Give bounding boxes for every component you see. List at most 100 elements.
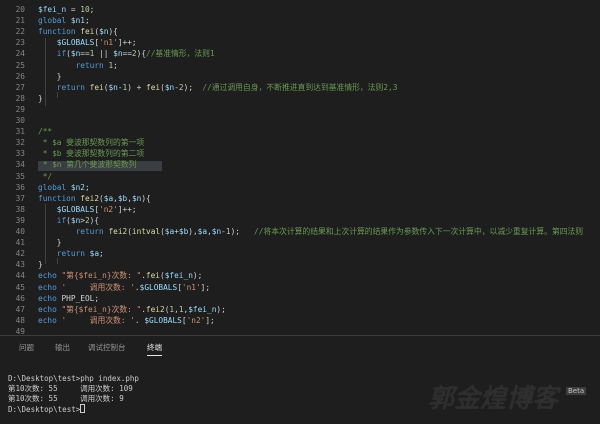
indent-guide [57, 92, 58, 98]
terminal-line: 第10次数: 55 调用次数: 9 [8, 394, 139, 404]
code-token: $fei_n [38, 5, 67, 14]
code-line[interactable]: 23 $GLOBALS['n1']++; [0, 37, 600, 48]
code-line[interactable]: 37 function fei2($a,$b,$n){ [0, 193, 600, 204]
code-token: = [66, 5, 81, 14]
line-number: 44 [15, 271, 25, 281]
code-text: if($n==1 || $n==2){//基准情形，法则1 [38, 48, 215, 59]
code-line[interactable]: 49 [0, 326, 600, 335]
line-number: 23 [15, 38, 25, 48]
code-line[interactable]: 39 if($n>2){ [0, 215, 600, 226]
code-token: //通过调用自身，不断推进直到达到基准情形，法则2,3 [202, 82, 398, 92]
code-line[interactable]: 38 $GLOBALS['n2']++; [0, 204, 600, 215]
code-line[interactable]: 29 [0, 104, 600, 115]
code-token: ; [84, 16, 90, 26]
code-line[interactable]: 25 return 1; [0, 60, 600, 71]
code-token: ){ [89, 215, 100, 225]
code-token: $n [113, 49, 123, 59]
code-line[interactable]: 32 * $a 斐波那契数列的第一项 [0, 137, 600, 148]
panel-tab[interactable]: 终端 [147, 342, 162, 356]
code-token: fei [146, 82, 161, 92]
code-text: return fei($n-1) + fei($n-2); //通过调用自身，不… [38, 82, 398, 93]
code-line[interactable]: 44 echo "第{$fei_n}次数: ".fei($fei_n); [0, 270, 600, 281]
line-number: 43 [15, 260, 25, 270]
code-token: ); [183, 82, 203, 92]
code-line[interactable]: 26 } [0, 71, 600, 82]
code-text: echo ' 调用次数: '.$GLOBALS['n1']; [38, 282, 210, 293]
code-token: ; [84, 182, 90, 192]
code-line[interactable]: 34 * $n 第几个斐波那契数列 [0, 159, 600, 170]
code-line[interactable]: 46 echo PHP_EOL; [0, 293, 600, 304]
panel-tab[interactable]: 问题 [19, 342, 34, 353]
code-line[interactable]: 24 if($n==1 || $n==2){//基准情形，法则1 [0, 48, 600, 59]
code-line[interactable]: 40 return fei2(intval($a+$b),$a,$n-1); /… [0, 226, 600, 237]
code-line[interactable]: 36 global $n2; [0, 182, 600, 193]
code-token: intval [131, 227, 161, 236]
line-number: 35 [15, 171, 25, 181]
code-token: * $n 第几个斐波那契数列 [38, 160, 137, 170]
code-text: return $a; [38, 248, 104, 259]
code-token: ){ [136, 49, 147, 59]
code-line[interactable]: 41 } [0, 237, 600, 248]
terminal-line: D:\Desktop\test> [8, 404, 139, 415]
code-token: $b [117, 193, 128, 203]
code-line[interactable]: 28} [0, 93, 600, 104]
code-text: return 1; [38, 60, 118, 71]
code-line[interactable]: 35 */ [0, 171, 600, 182]
code-token: $a [89, 249, 100, 259]
beta-badge: Beta [566, 387, 587, 395]
code-token: echo [38, 315, 57, 325]
code-token: "第{$fei_n}次数: " [61, 271, 142, 281]
code-line[interactable]: 20 $fei_n = 10; [0, 4, 600, 15]
code-token: $a [164, 227, 175, 236]
code-editor[interactable]: 20 $fei_n = 10; 21 global $n1; 22 function fe… [0, 0, 600, 335]
code-token: $GLOBALS [56, 38, 95, 48]
code-token: function [38, 193, 76, 203]
code-token: 'n2' [99, 204, 118, 214]
code-token: $n [70, 49, 81, 59]
code-token: } [38, 71, 62, 81]
code-token: 10 [80, 5, 90, 14]
code-line[interactable]: 21 global $n1; [0, 15, 600, 26]
code-text: * $n 第几个斐波那契数列 [38, 159, 137, 170]
code-token: == [80, 49, 90, 59]
blog-watermark: 郭金煌博客 [428, 384, 559, 414]
code-line[interactable]: 27 return fei($n-1) + fei($n-2); //通过调用自… [0, 82, 600, 93]
code-token: $n [131, 193, 142, 203]
code-token: $a [103, 193, 114, 203]
code-line[interactable]: 45 echo ' 调用次数: '.$GLOBALS['n1']; [0, 282, 600, 293]
code-token: } [38, 93, 43, 103]
code-text: function fei($n){ [38, 26, 118, 37]
line-number: 38 [15, 204, 25, 214]
code-token: ) + [127, 82, 147, 92]
indent-guide [45, 204, 46, 264]
line-number: 34 [15, 160, 25, 170]
code-line[interactable]: 31 /** [0, 126, 600, 137]
code-token: ]; [205, 315, 215, 325]
code-line[interactable]: 22 function fei($n){ [0, 26, 600, 37]
panel-tab[interactable]: 输出 [55, 342, 70, 353]
code-token: //基准情形，法则1 [146, 49, 215, 59]
line-number: 40 [15, 227, 25, 236]
code-token: */ [38, 171, 53, 181]
terminal-cursor [80, 404, 86, 413]
line-number: 22 [15, 27, 25, 37]
code-line[interactable]: 47 echo "第{$fei_n}次数: ".fei2(1,1,$fei_n); [0, 304, 600, 315]
code-line[interactable]: 33 * $b 斐波那契数列的第二项 [0, 148, 600, 159]
code-text: $fei_n = 10; [38, 4, 94, 15]
line-number: 39 [15, 215, 25, 225]
line-number: 36 [15, 182, 25, 192]
code-token: ]++; [117, 38, 137, 48]
code-line[interactable]: 43} [0, 259, 600, 270]
code-token: } [38, 238, 62, 248]
terminal-output[interactable]: D:\Desktop\test>php index.php 第10次数: 55 调… [8, 374, 139, 415]
code-line[interactable]: 42 return $a; [0, 248, 600, 259]
code-text: function fei2($a,$b,$n){ [38, 193, 151, 204]
code-line[interactable]: 30 [0, 115, 600, 126]
code-line[interactable]: 48 echo ' 调用次数: '. $GLOBALS['n2']; [0, 315, 600, 326]
indent-guide [45, 38, 46, 106]
line-number: 26 [15, 71, 25, 81]
panel-tab[interactable]: 调试控制台 [88, 342, 126, 353]
